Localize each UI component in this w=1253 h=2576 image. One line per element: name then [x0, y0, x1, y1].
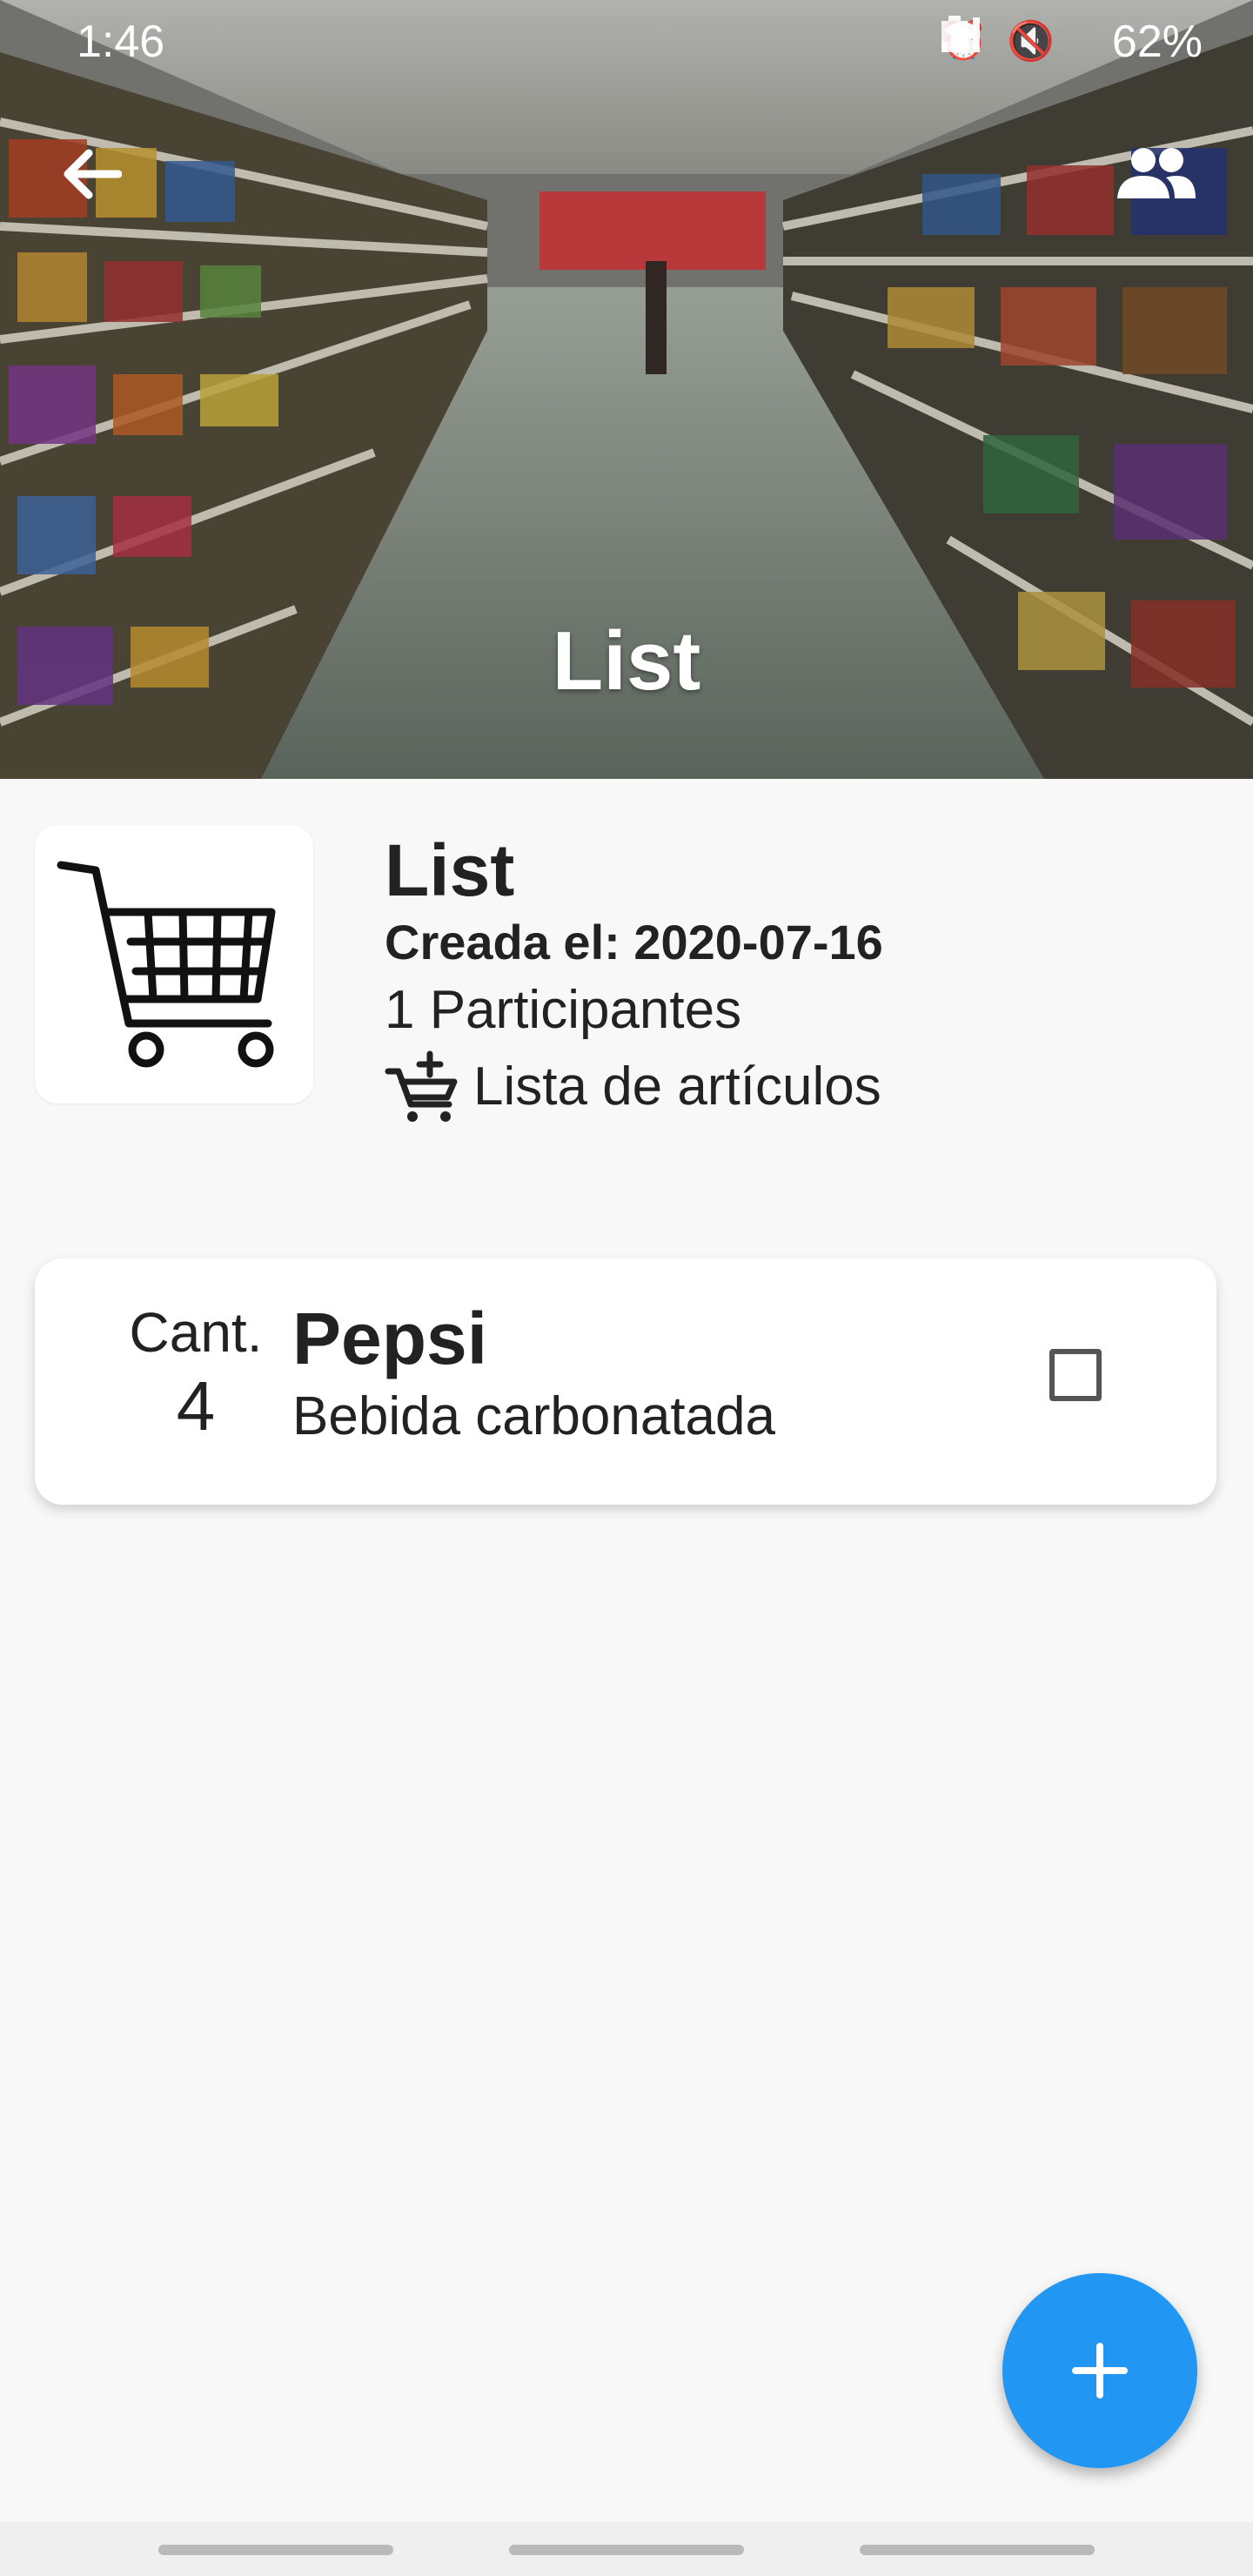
header-title: List — [552, 614, 701, 708]
participants-button[interactable] — [1114, 146, 1209, 219]
mute-icon: 🔇 — [1007, 20, 1055, 63]
status-time: 1:46 — [77, 17, 165, 67]
add-to-cart-icon — [385, 1050, 458, 1122]
list-item[interactable]: Cant. 4 Pepsi Bebida carbonatada — [35, 1258, 1216, 1505]
status-bar: 1:46 ⏰ 🔇 62% — [0, 0, 1253, 84]
item-description: Bebida carbonatada — [292, 1386, 776, 1446]
items-list-label: Lista de artículos — [473, 1057, 881, 1117]
system-nav-bar — [0, 2522, 1253, 2576]
item-name: Pepsi — [292, 1298, 488, 1379]
items-list-link[interactable]: Lista de artículos — [385, 1048, 883, 1126]
item-checkbox[interactable] — [1049, 1349, 1102, 1401]
header-image: 1:46 ⏰ 🔇 62% List — [0, 0, 1253, 779]
nav-back-button[interactable] — [860, 2545, 1095, 2555]
list-thumbnail — [35, 825, 313, 1104]
shopping-cart-icon — [57, 861, 276, 1068]
list-created-date: Creada el: 2020-07-16 — [385, 915, 883, 969]
nav-recents-button[interactable] — [158, 2545, 393, 2555]
quantity-value: 4 — [176, 1367, 216, 1445]
back-button[interactable] — [61, 146, 134, 219]
status-icons: ⏰ 🔇 62% — [940, 16, 1222, 68]
add-item-button[interactable] — [1002, 2273, 1197, 2468]
quantity-label: Cant. — [129, 1301, 263, 1364]
list-title: List — [385, 829, 515, 911]
item-details: Pepsi Bebida carbonatada — [292, 1295, 775, 1452]
list-info: List Creada el: 2020-07-16 1 Participant… — [385, 827, 883, 1126]
item-quantity: Cant. 4 — [78, 1302, 313, 1450]
nav-home-button[interactable] — [509, 2545, 744, 2555]
list-participants: 1 Participantes — [385, 980, 742, 1040]
people-icon — [1117, 148, 1196, 198]
battery-percent: 62% — [1111, 17, 1203, 67]
arrow-back-icon — [64, 149, 122, 199]
plus-icon — [1072, 2343, 1128, 2398]
